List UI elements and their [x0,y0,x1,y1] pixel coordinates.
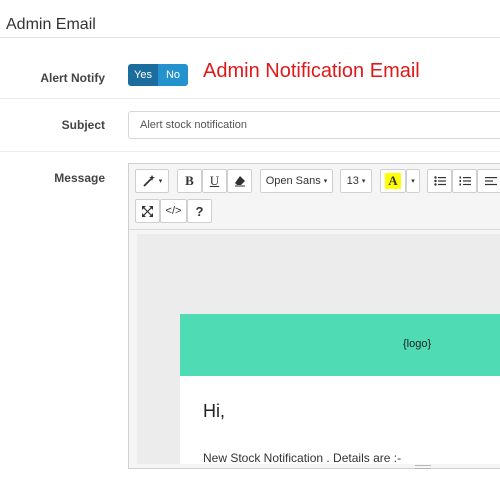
magic-wand-style-button[interactable]: ▾ [135,169,169,193]
font-family-dropdown[interactable]: Open Sans ▾ [260,169,333,193]
editor-toolbar: ▾ B U Open Sans ▾ 13 ▾ A ▾ </> ? [129,164,500,230]
paragraph-align-button[interactable] [477,169,500,193]
ordered-list-button[interactable] [452,169,477,193]
chevron-down-icon: ▾ [361,178,366,185]
message-editor[interactable]: ▾ B U Open Sans ▾ 13 ▾ A ▾ </> ? {logo} … [128,163,500,469]
subject-label: Subject [61,118,105,132]
editor-resize-handle[interactable] [415,465,431,469]
section-divider [0,37,500,38]
font-family-value: Open Sans [265,175,321,187]
chevron-down-icon: ▾ [411,178,415,185]
text-color-label: A [385,173,401,189]
bullet-list-icon [433,176,446,186]
toggle-no-option[interactable]: No [158,64,188,86]
unordered-list-button[interactable] [427,169,452,193]
email-greeting: Hi, [203,401,225,421]
chevron-down-icon: ▾ [323,178,328,185]
help-button[interactable]: ? [187,199,212,223]
email-body-line: New Stock Notification . Details are :- [203,451,402,464]
text-color-dropdown[interactable]: ▾ [406,169,420,193]
chevron-down-icon: ▾ [158,178,163,185]
font-size-value: 13 [346,175,359,187]
row-divider [0,98,500,99]
message-label: Message [54,171,105,185]
section-title: Admin Email [6,16,96,33]
email-template-card: {logo} Hi, New Stock Notification . Deta… [180,314,500,464]
alert-notify-label: Alert Notify [40,71,105,85]
underline-button[interactable]: U [202,169,227,193]
toggle-yes-option[interactable]: Yes [128,64,158,86]
fullscreen-button[interactable] [135,199,160,223]
editor-content-area[interactable]: {logo} Hi, New Stock Notification . Deta… [137,234,500,464]
row-divider [0,151,500,152]
logo-placeholder: {logo} [403,338,432,350]
subject-input[interactable]: Alert stock notification [128,111,500,139]
magic-wand-icon [142,174,156,188]
expand-icon [142,205,153,217]
font-size-dropdown[interactable]: 13 ▾ [340,169,372,193]
code-view-button[interactable]: </> [160,199,187,223]
alert-notify-toggle[interactable]: Yes No [128,64,188,86]
numbered-list-icon [459,176,471,186]
eraser-icon [234,175,246,187]
bold-button[interactable]: B [177,169,202,193]
align-left-icon [485,176,497,186]
text-color-button[interactable]: A [380,169,406,193]
admin-notification-annotation: Admin Notification Email [203,60,420,82]
clear-format-button[interactable] [227,169,252,193]
email-header-banner: {logo} [180,314,500,376]
